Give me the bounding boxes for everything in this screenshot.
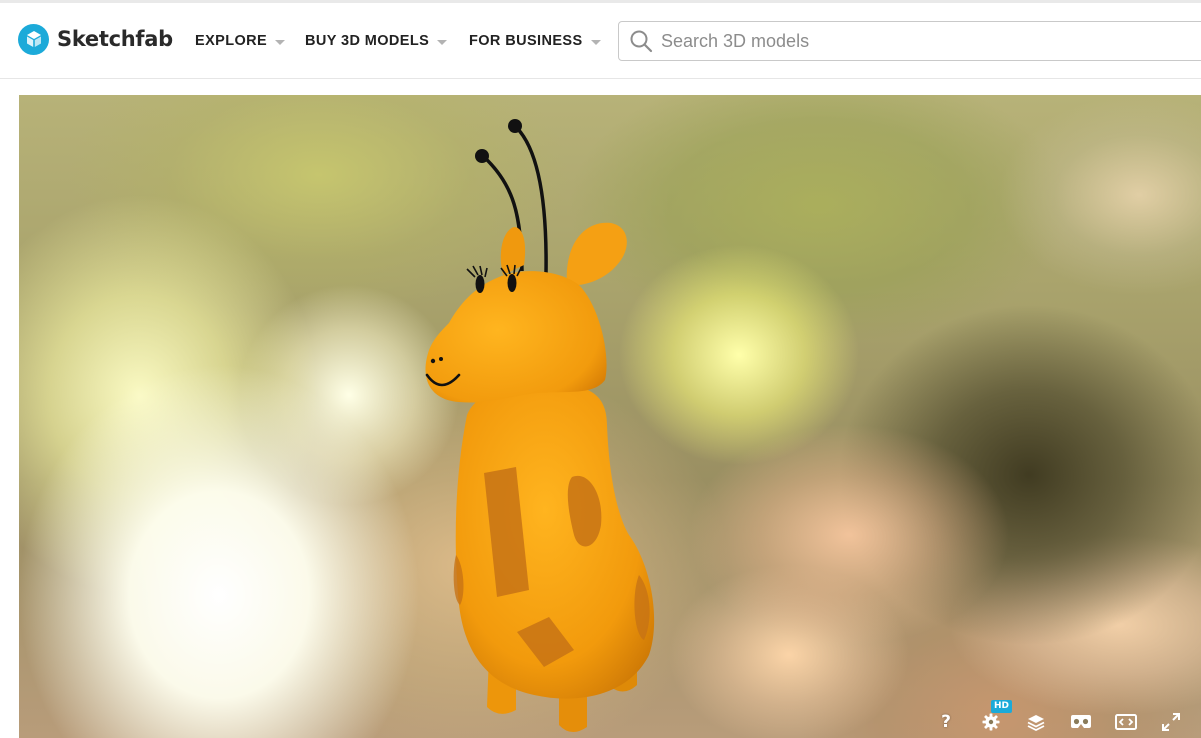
chevron-down-icon bbox=[275, 39, 286, 45]
nav-buy-3d-models-label: BUY 3D MODELS bbox=[305, 33, 430, 49]
brand-name: Sketchfab bbox=[57, 27, 173, 51]
giraffe-model bbox=[425, 119, 655, 733]
search-input[interactable] bbox=[661, 23, 1181, 59]
chevron-down-icon bbox=[437, 39, 448, 45]
chevron-down-icon bbox=[590, 39, 601, 45]
nav-explore[interactable]: EXPLORE bbox=[195, 30, 286, 52]
model-viewer[interactable]: ? HD bbox=[19, 95, 1201, 738]
gear-icon bbox=[982, 713, 1000, 731]
nav-explore-label: EXPLORE bbox=[195, 33, 268, 49]
embed-icon bbox=[1115, 714, 1137, 730]
help-button[interactable]: ? bbox=[933, 709, 959, 735]
layers-icon bbox=[1027, 715, 1045, 731]
help-icon: ? bbox=[941, 712, 951, 732]
fullscreen-button[interactable] bbox=[1158, 709, 1184, 735]
nav-buy-3d-models[interactable]: BUY 3D MODELS bbox=[305, 30, 448, 52]
site-header: Sketchfab EXPLORE BUY 3D MODELS FOR BUSI… bbox=[0, 3, 1201, 79]
vr-headset-icon bbox=[1071, 715, 1091, 728]
fullscreen-icon bbox=[1162, 713, 1180, 731]
embed-button[interactable] bbox=[1113, 709, 1139, 735]
sketchfab-logo-icon bbox=[18, 23, 49, 55]
nav-for-business-label: FOR BUSINESS bbox=[469, 33, 583, 49]
vr-button[interactable] bbox=[1068, 709, 1094, 735]
settings-button[interactable]: HD bbox=[978, 700, 1013, 735]
hd-badge: HD bbox=[991, 700, 1013, 713]
search-box bbox=[618, 21, 1201, 61]
layers-button[interactable] bbox=[1023, 709, 1049, 735]
viewer-toolbar: ? HD bbox=[19, 700, 1201, 738]
sketchfab-logo[interactable]: Sketchfab bbox=[18, 23, 173, 55]
search-icon[interactable] bbox=[621, 21, 661, 61]
nav-for-business[interactable]: FOR BUSINESS bbox=[469, 30, 601, 52]
